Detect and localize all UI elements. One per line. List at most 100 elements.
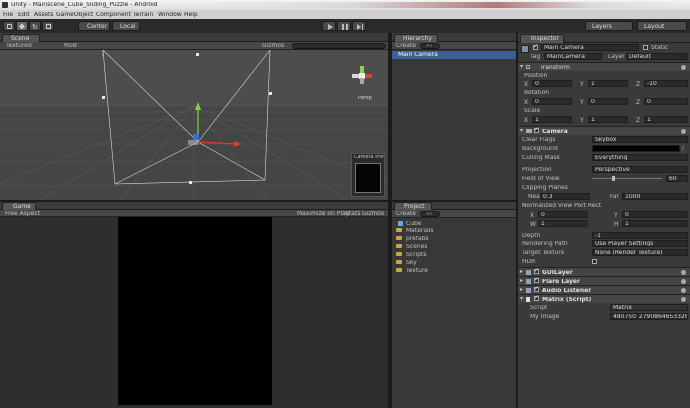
viewport-y-field[interactable]: 0 [622, 211, 688, 218]
settings-gear-icon[interactable] [681, 270, 686, 275]
layout-dropdown[interactable]: Layout [637, 21, 687, 31]
menu-component[interactable]: Component [96, 12, 131, 18]
layer-dropdown[interactable]: Default [626, 53, 688, 60]
camera-enabled-checkbox[interactable] [534, 126, 539, 133]
tab-hierarchy[interactable]: Hierarchy [394, 34, 438, 42]
near-field[interactable]: 0.3 [540, 193, 590, 200]
depth-field[interactable]: -1 [592, 232, 688, 239]
projection-dropdown[interactable]: Perspective [592, 166, 688, 173]
transform-header[interactable]: ▾ Transform [518, 62, 690, 71]
tab-game[interactable]: Game [2, 202, 36, 210]
tag-dropdown[interactable]: MainCamera [544, 53, 602, 60]
game-view[interactable] [0, 217, 388, 408]
scale-tool-button[interactable] [42, 21, 54, 31]
pause-button[interactable] [337, 21, 351, 31]
hierarchy-item-main-camera[interactable]: Main Camera [392, 51, 516, 59]
rotation-x-field[interactable]: 0 [532, 98, 572, 105]
viewport-w-field[interactable]: 1 [538, 220, 588, 227]
play-button[interactable] [322, 21, 336, 31]
move-tool-button[interactable]: ✥ [16, 21, 28, 31]
far-field[interactable]: 1000 [622, 193, 688, 200]
move-gizmo[interactable] [188, 102, 242, 147]
position-z-field[interactable]: -10 [644, 80, 688, 87]
my-image-field[interactable]: 480750_2790864653326 [610, 313, 688, 320]
viewport-xy-row: X 0 Y 0 [518, 211, 690, 219]
position-row: X 0 Y 1 Z -10 [518, 80, 690, 88]
step-button[interactable] [352, 21, 366, 31]
background-color-swatch[interactable] [592, 145, 680, 152]
audio-listener-checkbox[interactable] [534, 285, 539, 292]
unity-logo-icon [2, 2, 8, 8]
scene-viewport[interactable] [0, 50, 388, 200]
hdr-checkbox[interactable] [592, 259, 597, 264]
project-create-button[interactable]: Create [396, 211, 416, 217]
hierarchy-list: Main Camera [392, 50, 516, 200]
gizmos-dropdown[interactable]: Gizmos [262, 43, 284, 49]
settings-gear-icon[interactable] [681, 297, 686, 302]
audio-listener-header[interactable]: ▸ Audio Listener [518, 285, 690, 294]
script-field[interactable]: Matrix [610, 304, 688, 311]
clear-flags-row: Clear Flags Skybox [518, 136, 690, 144]
scale-z-field[interactable]: 1 [644, 116, 688, 123]
scene-panel-header: Scene [0, 33, 388, 42]
pivot-toggle[interactable]: Center [78, 21, 110, 31]
matrix-script-checkbox[interactable] [534, 294, 539, 301]
tab-project[interactable]: Project [394, 202, 432, 210]
fov-slider-track[interactable] [592, 178, 662, 179]
orientation-gizmo[interactable] [352, 66, 372, 86]
settings-gear-icon[interactable] [681, 288, 686, 293]
scale-x-field[interactable]: 1 [532, 116, 572, 123]
clear-flags-dropdown[interactable]: Skybox [592, 136, 688, 143]
color-mode-dropdown[interactable]: RGB [64, 43, 77, 49]
object-name-field[interactable]: Main Camera [541, 44, 639, 51]
menu-assets[interactable]: Assets [34, 12, 54, 18]
menu-terrain[interactable]: Terrain [133, 12, 153, 18]
scene-view[interactable]: Persp Camera Preview [0, 50, 388, 200]
layers-dropdown[interactable]: Layers [585, 21, 633, 31]
eyedropper-icon[interactable]: / [682, 145, 684, 152]
menu-gameobject[interactable]: GameObject [56, 12, 93, 18]
target-texture-field[interactable]: None (Render Texture) [592, 249, 688, 256]
scale-y-field[interactable]: 1 [588, 116, 628, 123]
space-toggle[interactable]: Local [112, 21, 140, 31]
viewport-x-field[interactable]: 0 [538, 211, 588, 218]
rendering-path-dropdown[interactable]: Use Player Settings [592, 240, 688, 247]
project-item-label: Materials [406, 228, 434, 234]
static-checkbox[interactable] [643, 45, 648, 50]
viewport-h-field[interactable]: 1 [622, 220, 688, 227]
settings-gear-icon[interactable] [681, 65, 686, 70]
rotate-tool-button[interactable]: ↻ [29, 21, 41, 31]
tab-scene[interactable]: Scene [2, 34, 40, 42]
active-checkbox[interactable] [533, 43, 538, 50]
x-label: X [524, 117, 529, 124]
flare-layer-header[interactable]: ▸ Flare Layer [518, 276, 690, 285]
fov-label: Field of View [522, 176, 560, 182]
scene-search[interactable] [292, 43, 386, 49]
camera-header[interactable]: ▾ Camera [518, 126, 690, 135]
settings-gear-icon[interactable] [681, 129, 686, 134]
fov-field[interactable]: 60 [666, 175, 688, 182]
position-x-field[interactable]: 0 [532, 80, 572, 87]
fov-slider-thumb[interactable] [612, 176, 615, 181]
guilayer-header[interactable]: ▸ GUILayer [518, 267, 690, 276]
w-label: W [530, 221, 536, 228]
menu-help[interactable]: Help [184, 12, 198, 18]
menu-window[interactable]: Window [158, 12, 182, 18]
flare-layer-checkbox[interactable] [534, 276, 539, 283]
script-row: Script Matrix [518, 304, 690, 312]
hand-tool-button[interactable] [3, 21, 15, 31]
persp-label[interactable]: Persp [358, 96, 372, 101]
culling-mask-dropdown[interactable]: Everything [592, 154, 688, 161]
rotation-z-field[interactable]: 0 [644, 98, 688, 105]
tab-inspector[interactable]: Inspector [520, 34, 564, 43]
render-mode-dropdown[interactable]: Textured [6, 43, 32, 49]
guilayer-checkbox[interactable] [534, 267, 539, 274]
position-y-field[interactable]: 1 [588, 80, 628, 87]
hierarchy-create-button[interactable]: Create [396, 43, 416, 49]
settings-gear-icon[interactable] [681, 279, 686, 284]
menu-file[interactable]: File [3, 12, 13, 18]
menu-edit[interactable]: Edit [18, 12, 30, 18]
matrix-script-header[interactable]: ▾ Matrix (Script) [518, 294, 690, 303]
move-icon: ✥ [19, 23, 25, 31]
rotation-y-field[interactable]: 0 [588, 98, 628, 105]
